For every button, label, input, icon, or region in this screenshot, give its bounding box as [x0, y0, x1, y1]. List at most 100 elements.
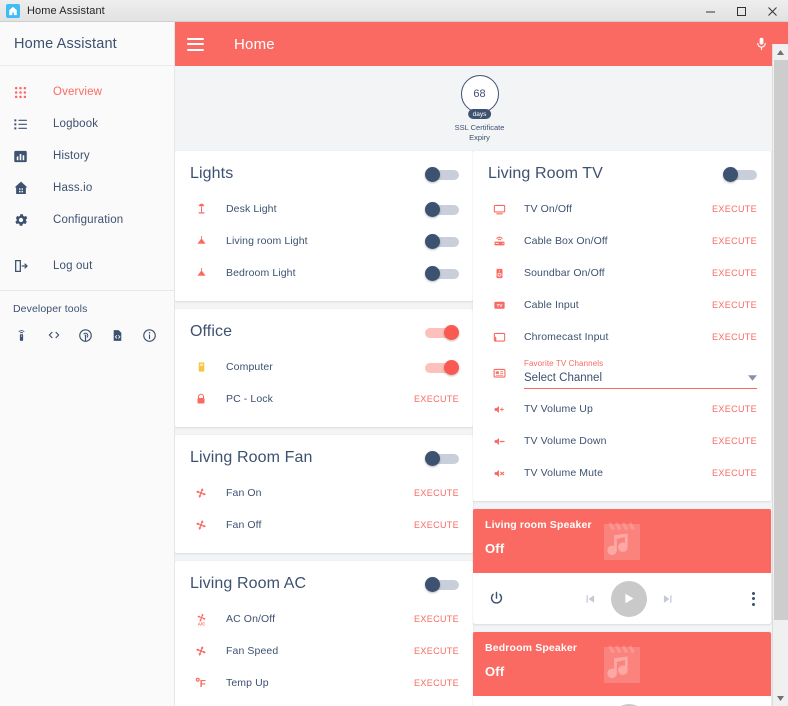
dashboard-content: 68 days SSL Certificate Expiry Lights De…	[175, 66, 788, 706]
vertical-scrollbar[interactable]	[772, 44, 788, 706]
sidebar-nav: Overview Logbook History Hass.io Configu…	[0, 66, 174, 282]
entity-label: TV On/Off	[524, 203, 572, 215]
sidebar-item-overview[interactable]: Overview	[0, 76, 174, 108]
entity-row: Soundbar On/Off EXECUTE	[473, 257, 771, 289]
air-conditioner-icon: A/C	[190, 612, 212, 627]
soundbar-speaker-icon	[488, 266, 510, 281]
hamburger-menu-icon[interactable]	[187, 31, 213, 57]
tv-guide-icon	[488, 367, 510, 380]
badge-circle: 68 days	[460, 75, 499, 120]
execute-button[interactable]: EXECUTE	[712, 468, 757, 478]
entity-label: TV Volume Up	[524, 403, 593, 415]
execute-button[interactable]: EXECUTE	[712, 204, 757, 214]
select-field[interactable]: Select Channel	[524, 370, 757, 389]
more-vertical-icon[interactable]	[752, 591, 755, 606]
svg-text:A/C: A/C	[197, 621, 205, 626]
entity-toggle[interactable]	[425, 201, 459, 217]
media-banner: Living room Speaker Off	[473, 509, 771, 573]
entity-toggle[interactable]	[425, 359, 459, 375]
card-gap	[473, 624, 771, 632]
minimize-button[interactable]	[695, 0, 726, 22]
execute-button[interactable]: EXECUTE	[712, 332, 757, 342]
sidebar-item-hassio[interactable]: Hass.io	[0, 172, 174, 204]
card-title: Living Room AC	[190, 575, 307, 592]
entity-label: Cable Box On/Off	[524, 235, 608, 247]
entity-row: Chromecast Input EXECUTE	[473, 321, 771, 353]
card-header: Office	[175, 309, 473, 351]
hassio-home-icon	[13, 178, 35, 198]
close-button[interactable]	[757, 0, 788, 22]
execute-button[interactable]: EXECUTE	[414, 646, 459, 656]
gear-icon	[13, 210, 35, 230]
execute-button[interactable]: EXECUTE	[414, 488, 459, 498]
sidebar-item-label: Configuration	[53, 214, 124, 226]
execute-button[interactable]: EXECUTE	[712, 436, 757, 446]
entity-row: TV On/Off EXECUTE	[473, 193, 771, 225]
channel-select[interactable]: Favorite TV Channels Select Channel	[524, 359, 757, 389]
media-state: Off	[485, 541, 505, 556]
skip-previous-icon[interactable]	[583, 592, 597, 606]
volume-down-icon	[488, 435, 510, 448]
badge-unit: days	[467, 109, 492, 120]
entity-toggle[interactable]	[425, 233, 459, 249]
execute-button[interactable]: EXECUTE	[712, 300, 757, 310]
entity-toggle[interactable]	[425, 265, 459, 281]
media-title: Bedroom Speaker	[485, 642, 578, 654]
card-header-toggle[interactable]	[723, 166, 757, 182]
scrollbar-thumb[interactable]	[774, 60, 788, 620]
mqtt-antenna-icon[interactable]	[77, 326, 94, 344]
sidebar-item-configuration[interactable]: Configuration	[0, 204, 174, 236]
scroll-down-arrow[interactable]	[773, 690, 788, 706]
execute-button[interactable]: EXECUTE	[712, 268, 757, 278]
execute-button[interactable]: EXECUTE	[712, 404, 757, 414]
sidebar-item-history[interactable]: History	[0, 140, 174, 172]
execute-button[interactable]: EXECUTE	[712, 236, 757, 246]
app-toolbar: Home	[175, 22, 788, 66]
card-header-toggle[interactable]	[425, 450, 459, 466]
sidebar-item-logout[interactable]: Log out	[0, 250, 174, 282]
entity-label: Bedroom Light	[226, 267, 296, 279]
execute-button[interactable]: EXECUTE	[414, 394, 459, 404]
tv-badge-icon: TV	[488, 299, 510, 312]
entity-label: Soundbar On/Off	[524, 267, 605, 279]
dropdown-chevron-icon[interactable]	[748, 374, 757, 383]
entity-label: Chromecast Input	[524, 331, 609, 343]
microphone-icon[interactable]	[748, 31, 774, 57]
fan-icon	[190, 518, 212, 532]
entity-row: TV Volume Down EXECUTE	[473, 425, 771, 457]
scroll-up-arrow[interactable]	[773, 44, 788, 60]
svg-text:TV: TV	[496, 302, 503, 307]
badge-ssl-certificate-expiry[interactable]: 68 days SSL Certificate Expiry	[445, 75, 515, 142]
services-remote-icon[interactable]	[13, 326, 30, 344]
svg-text:F: F	[200, 679, 206, 690]
card-header-toggle[interactable]	[425, 324, 459, 340]
entity-row: F Temp Up EXECUTE	[175, 667, 473, 699]
column-left: Lights Desk Light Living room Light Bedr…	[175, 151, 473, 706]
entity-row: Fan Off EXECUTE	[175, 509, 473, 541]
play-icon[interactable]	[610, 580, 647, 617]
card-header-toggle[interactable]	[425, 166, 459, 182]
execute-button[interactable]: EXECUTE	[414, 614, 459, 624]
select-label: Favorite TV Channels	[524, 359, 604, 368]
execute-button[interactable]: EXECUTE	[414, 678, 459, 688]
template-code-icon[interactable]	[45, 326, 62, 344]
sidebar-item-logbook[interactable]: Logbook	[0, 108, 174, 140]
entity-row: PC - Lock EXECUTE	[175, 383, 473, 415]
maximize-button[interactable]	[726, 0, 757, 22]
info-circle-icon[interactable]	[141, 326, 158, 344]
power-icon[interactable]	[488, 590, 505, 607]
execute-button[interactable]: EXECUTE	[414, 520, 459, 530]
ceiling-light-icon	[190, 266, 212, 280]
favorite-tv-channels-row: Favorite TV Channels Select Channel	[473, 353, 771, 393]
card-header-toggle[interactable]	[425, 576, 459, 592]
entity-row: Fan On EXECUTE	[175, 477, 473, 509]
volume-mute-icon	[488, 467, 510, 480]
entity-label: AC On/Off	[226, 613, 276, 625]
ceiling-light-icon	[190, 234, 212, 248]
skip-next-icon[interactable]	[661, 592, 675, 606]
entity-row: TV Volume Mute EXECUTE	[473, 457, 771, 489]
states-file-icon[interactable]	[109, 326, 126, 344]
chromecast-cast-icon	[488, 331, 510, 344]
media-card-bedroom-speaker: Bedroom Speaker Off	[473, 632, 771, 706]
